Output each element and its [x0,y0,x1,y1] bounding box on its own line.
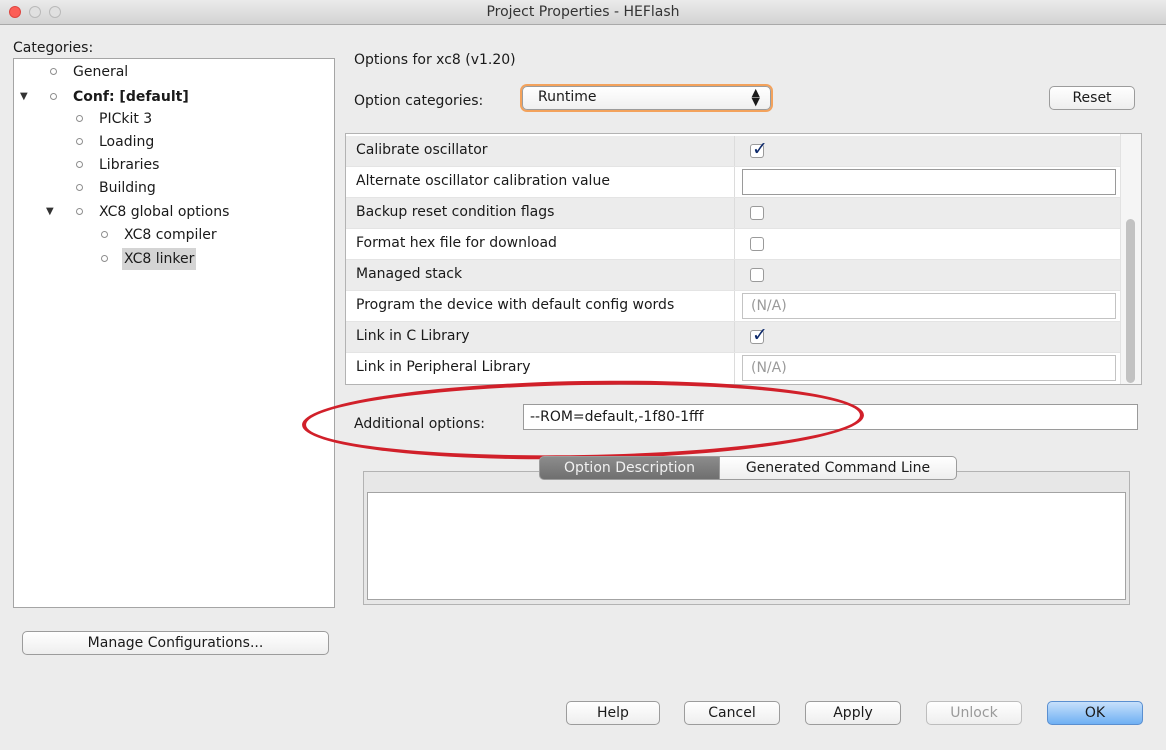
link-peripheral-library-field: (N/A) [742,355,1116,381]
node-bullet-icon [101,255,108,262]
reset-button[interactable]: Reset [1049,86,1135,110]
options-grid: Calibrate oscillator ✓ Alternate oscilla… [345,133,1142,385]
expand-triangle-icon[interactable]: ▼ [20,86,28,108]
option-row-calibrate-oscillator: Calibrate oscillator ✓ [346,136,1122,167]
select-arrows-icon: ▲ ▼ [751,86,760,108]
node-bullet-icon [76,161,83,168]
option-row-program-default-config: Program the device with default config w… [346,291,1122,322]
help-button[interactable]: Help [566,701,660,725]
scrollbar-thumb[interactable] [1126,219,1135,383]
option-categories-label: Option categories: [354,93,484,109]
checkmark-icon: ✓ [752,138,768,160]
calibrate-oscillator-checkbox[interactable]: ✓ [750,139,768,159]
options-scrollbar[interactable] [1120,134,1141,384]
manage-configurations-button[interactable]: Manage Configurations... [22,631,329,655]
managed-stack-checkbox[interactable] [750,268,764,282]
title-bar: Project Properties - HEFlash [0,0,1166,25]
tab-option-description[interactable]: Option Description [539,456,720,480]
program-default-config-field: (N/A) [742,293,1116,319]
highlight-annotation-ellipse [301,376,865,464]
backup-reset-flags-checkbox[interactable] [750,206,764,220]
description-content [367,492,1126,600]
ok-button[interactable]: OK [1047,701,1143,725]
option-row-managed-stack: Managed stack [346,260,1122,291]
node-bullet-icon [101,231,108,238]
option-row-link-peripheral-library: Link in Peripheral Library (N/A) [346,353,1122,384]
checkmark-icon: ✓ [752,324,768,346]
node-bullet-icon [76,138,83,145]
expand-triangle-icon[interactable]: ▼ [46,201,54,223]
options-title: Options for xc8 (v1.20) [354,52,516,68]
format-hex-checkbox[interactable] [750,237,764,251]
apply-button[interactable]: Apply [805,701,901,725]
option-categories-select[interactable]: Runtime ▲ ▼ [522,86,771,110]
description-panel [363,471,1130,605]
unlock-button: Unlock [926,701,1022,725]
node-bullet-icon [76,115,83,122]
cancel-button[interactable]: Cancel [684,701,780,725]
node-bullet-icon [76,184,83,191]
node-bullet-icon [50,68,57,75]
window-title: Project Properties - HEFlash [486,4,680,20]
node-bullet-icon [50,93,57,100]
option-row-link-c-library: Link in C Library ✓ [346,322,1122,353]
option-row-backup-reset-flags: Backup reset condition flags [346,198,1122,229]
option-row-format-hex: Format hex file for download [346,229,1122,260]
tab-generated-command-line[interactable]: Generated Command Line [720,456,957,480]
link-c-library-checkbox[interactable]: ✓ [750,325,768,345]
option-categories-value: Runtime [538,89,597,105]
alternate-oscillator-value-field[interactable] [742,169,1116,195]
categories-tree: General ▼ Conf: [default] PICkit 3 Loadi… [13,58,335,608]
node-bullet-icon [76,208,83,215]
categories-label: Categories: [13,40,94,56]
option-row-alternate-oscillator: Alternate oscillator calibration value [346,167,1122,198]
